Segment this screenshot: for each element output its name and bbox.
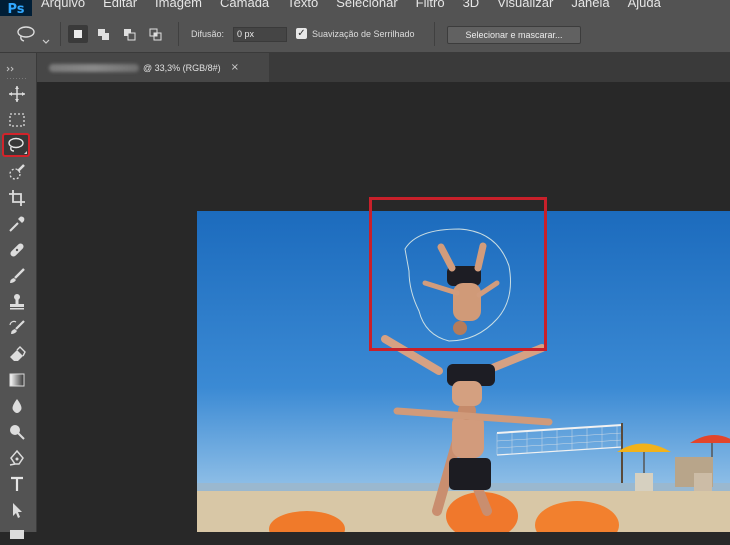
document-tab-title: @ 33,3% (RGB/8#) xyxy=(143,62,221,73)
quick-selection-tool-icon[interactable] xyxy=(4,161,30,183)
select-and-mask-button[interactable]: Selecionar e mascarar... xyxy=(447,26,581,44)
rectangle-tool-icon[interactable] xyxy=(4,523,30,545)
tools-panel xyxy=(0,53,37,539)
divider xyxy=(178,22,179,46)
document-tab-bar: @ 33,3% (RGB/8#) × xyxy=(37,53,730,82)
eyedropper-tool-icon[interactable] xyxy=(4,213,30,235)
divider xyxy=(434,22,435,46)
close-tab-icon[interactable]: × xyxy=(231,62,239,73)
menu-selecionar[interactable]: Selecionar xyxy=(336,0,397,9)
annotation-highlight-box xyxy=(369,197,547,351)
antialias-label: Suavização de Serrilhado xyxy=(312,29,415,39)
blur-tool-icon[interactable] xyxy=(4,395,30,417)
new-selection-button[interactable] xyxy=(68,25,88,43)
intersect-selection-button[interactable] xyxy=(146,25,166,43)
path-selection-tool-icon[interactable] xyxy=(4,499,30,521)
subtract-from-selection-button[interactable] xyxy=(120,25,140,43)
crop-tool-icon[interactable] xyxy=(4,187,30,209)
history-brush-tool-icon[interactable] xyxy=(4,317,30,339)
document-tab[interactable]: @ 33,3% (RGB/8#) × xyxy=(37,53,269,82)
menu-ajuda[interactable]: Ajuda xyxy=(628,0,661,9)
lasso-tool-icon[interactable] xyxy=(2,133,30,157)
menu-imagem[interactable]: Imagem xyxy=(155,0,202,9)
lasso-icon[interactable] xyxy=(16,25,38,47)
blurred-filename xyxy=(49,63,139,72)
menu-texto[interactable]: Texto xyxy=(287,0,318,9)
eraser-tool-icon[interactable] xyxy=(4,343,30,365)
add-to-selection-button[interactable] xyxy=(94,25,114,43)
clone-stamp-tool-icon[interactable] xyxy=(4,291,30,313)
menu-bar: Ps Arquivo Editar Imagem Camada Texto Se… xyxy=(0,0,730,16)
marquee-tool-icon[interactable] xyxy=(4,109,30,131)
antialias-checkbox[interactable]: ✓ xyxy=(296,28,307,39)
gradient-tool-icon[interactable] xyxy=(4,369,30,391)
feather-input[interactable]: 0 px xyxy=(233,27,287,42)
dodge-tool-icon[interactable] xyxy=(4,421,30,443)
divider xyxy=(60,22,61,46)
menu-editar[interactable]: Editar xyxy=(103,0,137,9)
panel-grip[interactable] xyxy=(4,66,30,79)
brush-tool-icon[interactable] xyxy=(4,265,30,287)
menu-camada[interactable]: Camada xyxy=(220,0,269,9)
menu-janela[interactable]: Janela xyxy=(571,0,609,9)
move-tool-icon[interactable] xyxy=(4,83,30,105)
pen-tool-icon[interactable] xyxy=(4,447,30,469)
options-bar: Difusão: 0 px ✓ Suavização de Serrilhado… xyxy=(0,16,730,53)
menu-filtro[interactable]: Filtro xyxy=(416,0,445,9)
photoshop-logo: Ps xyxy=(0,0,32,16)
type-tool-icon[interactable] xyxy=(4,473,30,495)
menu-visualizar[interactable]: Visualizar xyxy=(497,0,553,9)
spot-healing-tool-icon[interactable] xyxy=(4,239,30,261)
chevron-down-icon[interactable] xyxy=(42,30,50,49)
menu-arquivo[interactable]: Arquivo xyxy=(41,0,85,9)
feather-label: Difusão: xyxy=(191,29,225,39)
menu-3d[interactable]: 3D xyxy=(463,0,480,9)
